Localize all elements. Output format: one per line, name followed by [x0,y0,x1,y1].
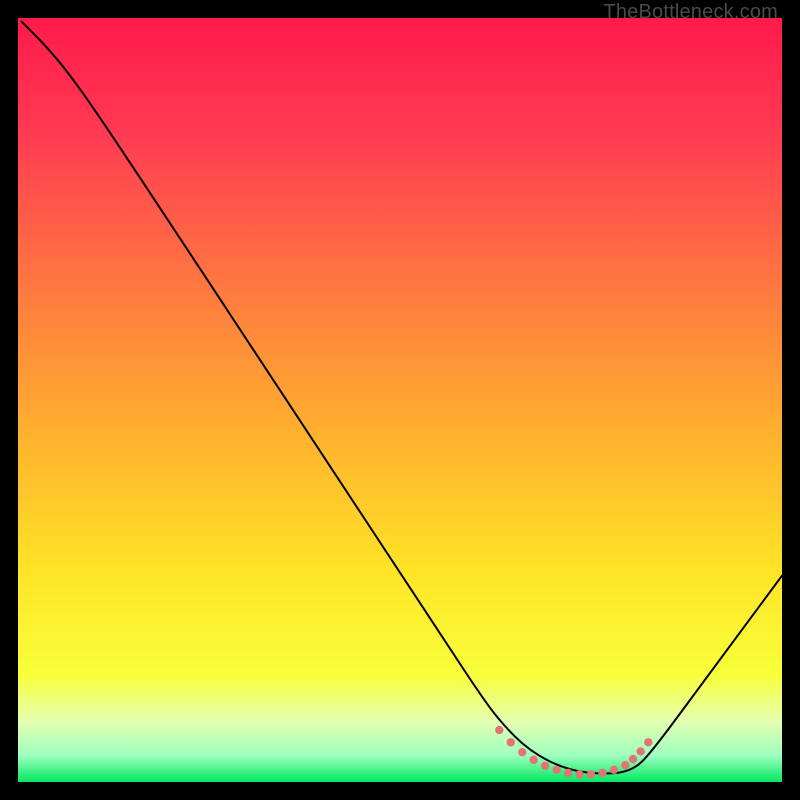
gradient-background [18,18,782,782]
optimal-marker [530,756,538,764]
optimal-marker [518,748,526,756]
optimal-marker [610,766,618,774]
bottleneck-chart [18,18,782,782]
watermark-text: TheBottleneck.com [603,1,778,24]
chart-frame [18,18,782,782]
optimal-marker [495,726,503,734]
optimal-marker [587,770,595,778]
plot-area [18,18,782,782]
optimal-marker [541,762,549,770]
optimal-marker [507,738,515,746]
optimal-marker [575,770,583,778]
optimal-marker [636,747,644,755]
optimal-marker [644,738,652,746]
optimal-marker [629,755,637,763]
optimal-marker [598,769,606,777]
optimal-marker [564,769,572,777]
optimal-marker [621,761,629,769]
optimal-marker [552,766,560,774]
